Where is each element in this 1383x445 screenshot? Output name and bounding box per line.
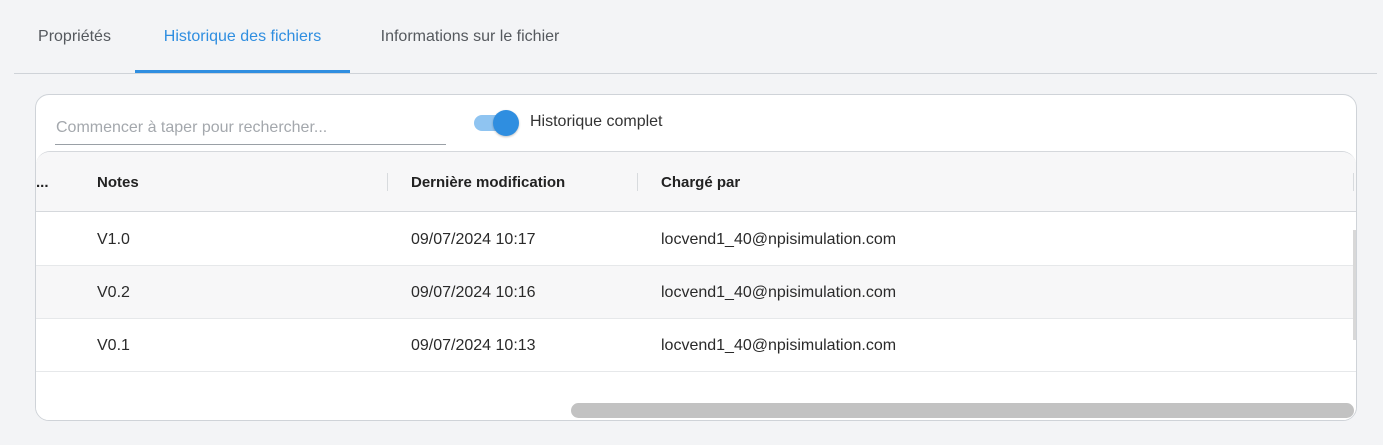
vertical-scrollbar[interactable]: [1353, 230, 1356, 340]
table-row[interactable]: V0.1 09/07/2024 10:13 locvend1_40@npisim…: [36, 319, 1356, 372]
cell-notes: V1.0: [97, 230, 130, 248]
active-tab-indicator: [135, 70, 350, 73]
full-history-toggle[interactable]: [472, 110, 522, 136]
table-row[interactable]: V1.0 09/07/2024 10:17 locvend1_40@npisim…: [36, 213, 1356, 266]
horizontal-scrollbar[interactable]: [571, 403, 1354, 418]
file-history-view: Propriétés Historique des fichiers Infor…: [0, 0, 1383, 445]
cell-last-modified: 09/07/2024 10:13: [411, 336, 536, 354]
column-resizer[interactable]: [1353, 173, 1354, 191]
full-history-label: Historique complet: [530, 113, 663, 130]
cell-last-modified: 09/07/2024 10:17: [411, 230, 536, 248]
toggle-thumb: [493, 110, 519, 136]
column-header-last-modified[interactable]: Dernière modification: [411, 152, 565, 212]
history-panel: Historique complet ... Notes Dernière mo…: [35, 94, 1357, 421]
cell-uploaded-by: locvend1_40@npisimulation.com: [661, 283, 897, 301]
tab-file-information[interactable]: Informations sur le fichier: [350, 0, 590, 74]
cell-last-modified: 09/07/2024 10:16: [411, 283, 536, 301]
tab-bar: Propriétés Historique des fichiers Infor…: [14, 0, 1377, 74]
tab-properties[interactable]: Propriétés: [14, 0, 135, 74]
cell-notes: V0.2: [97, 283, 130, 301]
cell-notes: V0.1: [97, 336, 130, 354]
table-row[interactable]: V0.2 09/07/2024 10:16 locvend1_40@npisim…: [36, 266, 1356, 319]
history-table: ... Notes Dernière modification Chargé p…: [36, 151, 1356, 420]
column-resizer[interactable]: [637, 173, 638, 191]
table-header: ... Notes Dernière modification Chargé p…: [36, 152, 1356, 212]
cell-uploaded-by: locvend1_40@npisimulation.com: [661, 230, 897, 248]
column-header-actions[interactable]: ...: [36, 152, 49, 212]
search-input[interactable]: [55, 111, 446, 145]
column-header-uploaded-by[interactable]: Chargé par: [661, 152, 740, 212]
column-resizer[interactable]: [387, 173, 388, 191]
column-header-notes[interactable]: Notes: [97, 152, 139, 212]
cell-uploaded-by: locvend1_40@npisimulation.com: [661, 336, 897, 354]
tab-file-history[interactable]: Historique des fichiers: [135, 0, 350, 74]
